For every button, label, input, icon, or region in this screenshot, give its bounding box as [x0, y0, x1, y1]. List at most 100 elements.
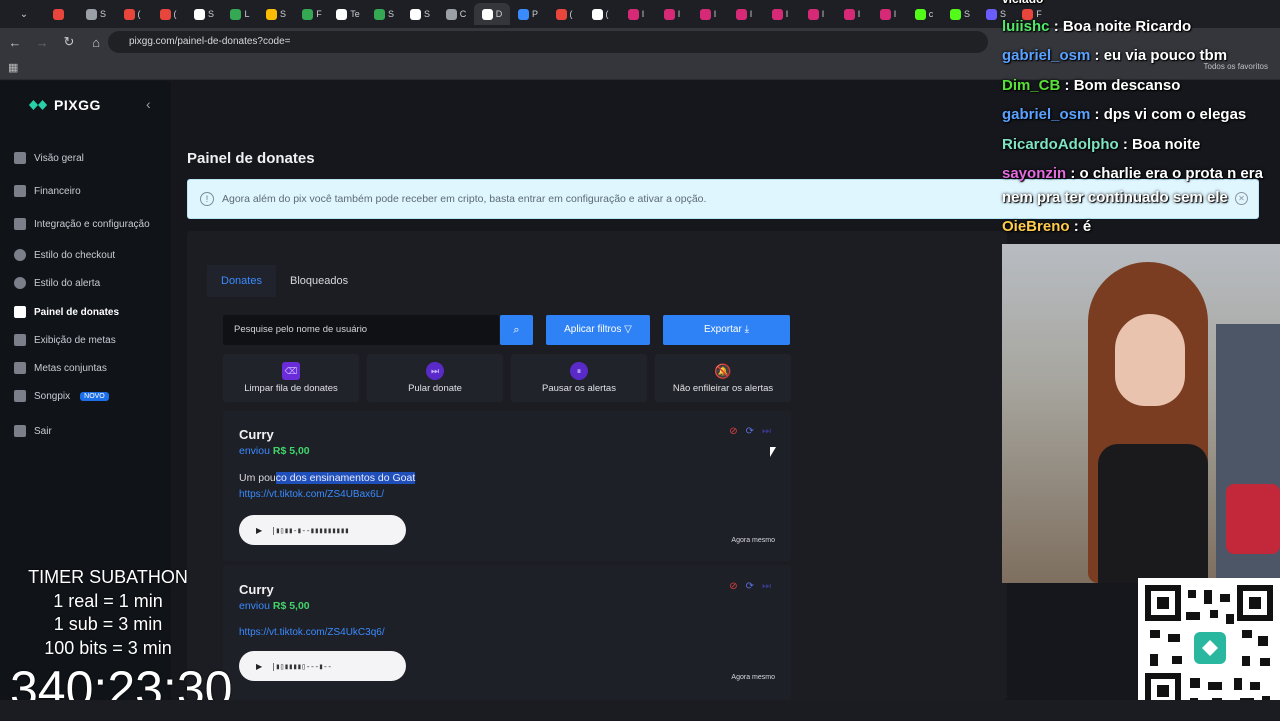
pause-icon: ⏸ — [570, 362, 588, 380]
home-icon[interactable]: ⌂ — [84, 30, 108, 54]
browser-tab[interactable]: ( — [546, 3, 582, 25]
tab-title: D — [495, 9, 503, 19]
sidebar-item-sair[interactable]: Sair — [14, 425, 52, 437]
pixgg-logo[interactable]: PIXGG — [28, 97, 101, 113]
tab-title: I — [893, 9, 897, 19]
replay-icon[interactable]: ⟳ — [746, 426, 754, 437]
tab-favicon-icon — [555, 8, 567, 20]
sidebar-item-estilo-checkout[interactable]: Estilo do checkout — [14, 249, 115, 261]
pause-alerts-button[interactable]: ⏸ Pausar os alertas — [511, 354, 647, 402]
audio-player[interactable]: ▶ |▮▯▮▮-▮--▮▮▮▮▮▮▮▮▮ — [239, 515, 406, 545]
tab-donates[interactable]: Donates — [207, 265, 276, 297]
reload-icon[interactable]: ↻ — [57, 30, 81, 54]
donate-amount-line: enviou R$ 5,00 — [239, 600, 310, 612]
sidebar-item-estilo-alerta[interactable]: Estilo do alerta — [14, 277, 100, 289]
chat-message: gabriel_osm : dps vi com o elegas — [1002, 106, 1246, 123]
browser-tab[interactable]: Te — [330, 3, 366, 25]
skip-icon[interactable]: ⏭ — [762, 426, 771, 437]
browser-tab[interactable]: ( — [582, 3, 618, 25]
replay-icon[interactable]: ⟳ — [746, 581, 754, 592]
chat-text: : Bom descanso — [1064, 77, 1181, 94]
forward-icon[interactable]: → — [30, 30, 54, 54]
donate-time: Agora mesmo — [731, 537, 775, 544]
tab-search-button[interactable]: ⌄ — [6, 3, 42, 25]
search-icon: ⌕ — [513, 324, 520, 336]
browser-tab[interactable]: S — [186, 3, 222, 25]
browser-tab[interactable]: S — [942, 3, 978, 25]
browser-tab[interactable]: c — [906, 3, 942, 25]
chat-username: Dim_CB — [1002, 77, 1061, 94]
block-icon[interactable]: ⊘ — [729, 581, 737, 592]
donate-card: Curry enviou R$ 5,00 https://vt.tiktok.c… — [223, 565, 791, 700]
donate-amount-line: enviou R$ 5,00 — [239, 445, 310, 457]
download-icon: ⤓ — [744, 324, 749, 335]
waveform[interactable]: |▮▯▮▮▮▮▯---▮-- — [271, 662, 332, 671]
address-bar[interactable]: pixgg.com/painel-de-donates?code= — [108, 31, 988, 53]
browser-tab[interactable]: F — [294, 3, 330, 25]
apply-filters-button[interactable]: Aplicar filtros ▽ — [546, 315, 650, 345]
browser-tab[interactable]: ( — [114, 3, 150, 25]
donate-message: Um pouco dos ensinamentos do Goat — [239, 472, 416, 484]
chat-username: OieBreno — [1002, 218, 1070, 235]
sidebar-item-painel-donates[interactable]: Painel de donates — [14, 306, 119, 318]
sidebar-item-integracao[interactable]: Integração e configuração — [14, 218, 150, 230]
browser-tab[interactable]: S — [78, 3, 114, 25]
sidebar-item-songpix[interactable]: Songpix NOVO — [14, 390, 109, 402]
browser-tab[interactable]: S — [258, 3, 294, 25]
tab-favicon-icon — [517, 8, 529, 20]
browser-tab[interactable]: P — [510, 3, 546, 25]
play-icon[interactable]: ▶ — [256, 526, 262, 535]
tab-title: I — [749, 9, 753, 19]
browser-tab[interactable]: I — [870, 3, 906, 25]
play-icon[interactable]: ▶ — [256, 662, 262, 671]
browser-tab[interactable]: ( — [150, 3, 186, 25]
dont-queue-alerts-button[interactable]: 🔕 Não enfileirar os alertas — [655, 354, 791, 402]
browser-tab[interactable]: S — [366, 3, 402, 25]
tab-favicon-icon — [914, 8, 926, 20]
donate-link[interactable]: https://vt.tiktok.com/ZS4UBax6L/ — [239, 489, 384, 500]
qr-code-image — [1145, 585, 1273, 709]
sidebar-item-label: Estilo do checkout — [34, 249, 116, 261]
tab-bloqueados[interactable]: Bloqueados — [276, 265, 362, 297]
collapse-sidebar-icon[interactable]: ‹ — [146, 96, 151, 112]
tab-favicon-icon — [123, 8, 135, 20]
audio-player[interactable]: ▶ |▮▯▮▮▮▮▯---▮-- — [239, 651, 406, 681]
clear-queue-button[interactable]: ⌫ Limpar fila de donates — [223, 354, 359, 402]
back-icon[interactable]: ← — [3, 30, 27, 54]
export-button[interactable]: Exportar ⤓ — [663, 315, 790, 345]
browser-tab[interactable]: I — [690, 3, 726, 25]
browser-tab[interactable]: L — [222, 3, 258, 25]
apps-grid-icon[interactable]: ▦ — [8, 61, 20, 74]
search-button[interactable]: ⌕ — [500, 315, 533, 345]
browser-tab[interactable]: I — [798, 3, 834, 25]
tab-favicon-icon — [663, 8, 675, 20]
block-icon[interactable]: ⊘ — [729, 426, 737, 437]
chat-message: RicardoAdolpho : Boa noite — [1002, 136, 1200, 153]
subathon-timer-overlay: TIMER SUBATHON 1 real = 1 min 1 sub = 3 … — [10, 566, 232, 716]
browser-tab[interactable]: I — [618, 3, 654, 25]
sidebar-item-financeiro[interactable]: Financeiro — [14, 185, 81, 197]
search-input[interactable]: Pesquise pelo nome de usuário — [223, 315, 499, 345]
browser-tab[interactable] — [42, 3, 78, 25]
sidebar-item-visao-geral[interactable]: Visão geral — [14, 152, 84, 164]
tab-title: I — [641, 9, 645, 19]
sidebar-item-label: Financeiro — [34, 185, 81, 197]
skip-icon[interactable]: ⏭ — [762, 581, 771, 592]
waveform[interactable]: |▮▯▮▮-▮--▮▮▮▮▮▮▮▮▮ — [271, 526, 349, 535]
browser-tab[interactable]: I — [726, 3, 762, 25]
skip-icon: ⏭ — [426, 362, 444, 380]
sidebar-item-metas-conjuntas[interactable]: Metas conjuntas — [14, 362, 107, 374]
browser-tab[interactable]: S — [402, 3, 438, 25]
tab-favicon-icon — [230, 8, 242, 20]
browser-tab[interactable]: C — [438, 3, 474, 25]
mouse-cursor — [770, 447, 776, 457]
page-title: Painel de donates — [187, 150, 315, 167]
browser-tab[interactable]: I — [762, 3, 798, 25]
donate-link[interactable]: https://vt.tiktok.com/ZS4UkC3q6/ — [239, 627, 385, 638]
browser-tab[interactable]: I — [834, 3, 870, 25]
browser-tab[interactable]: D — [474, 3, 510, 25]
donate-card-actions: ⊘ ⟳ ⏭ — [729, 581, 771, 592]
sidebar-item-exibicao-metas[interactable]: Exibição de metas — [14, 334, 116, 346]
skip-donate-button[interactable]: ⏭ Pular donate — [367, 354, 503, 402]
browser-tab[interactable]: I — [654, 3, 690, 25]
